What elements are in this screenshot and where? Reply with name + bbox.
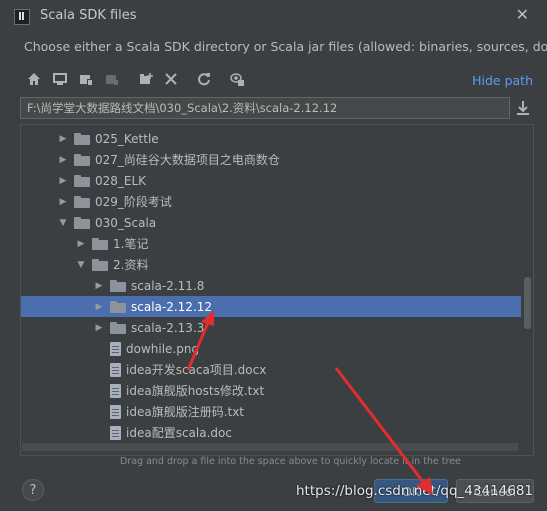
- file-icon: [110, 425, 121, 440]
- tree-folder-row[interactable]: ▼ 030_Scala: [21, 212, 521, 233]
- expand-arrow-right-icon[interactable]: ▶: [58, 176, 68, 186]
- folder-icon: [92, 258, 108, 271]
- expand-arrow-right-icon[interactable]: ▶: [76, 239, 86, 249]
- delete-icon[interactable]: [163, 71, 179, 87]
- tree-item-label: 028_ELK: [95, 173, 147, 188]
- help-button[interactable]: ?: [22, 479, 44, 501]
- folder-icon: [74, 132, 90, 145]
- tree-item-label: 2.资料: [113, 258, 149, 272]
- tree-item-label: scala-2.13.3: [131, 320, 205, 335]
- file-tree[interactable]: idea配置scala.doc idea旗舰版注册码.txt idea旗舰版host…: [20, 124, 534, 456]
- tree-item-label: 027_尚硅谷大数据项目之电商数仓: [95, 153, 280, 167]
- tree-item-label: 030_Scala: [95, 215, 157, 230]
- tree-folder-row[interactable]: ▶ scala-2.12.12: [21, 296, 521, 317]
- tree-horizontal-scrollbar[interactable]: [22, 443, 518, 451]
- expand-arrow-down-icon[interactable]: ▼: [76, 260, 86, 270]
- ok-button[interactable]: OK: [374, 479, 448, 503]
- tree-vertical-scrollbar[interactable]: [524, 277, 531, 329]
- folder-icon: [74, 195, 90, 208]
- tree-folder-row[interactable]: ▶ scala-2.11.8: [21, 275, 521, 296]
- tree-file-row[interactable]: idea配置scala.doc: [21, 422, 521, 443]
- expand-arrow-right-icon[interactable]: ▶: [58, 155, 68, 165]
- new-folder-icon[interactable]: [138, 71, 154, 87]
- tree-item-label: scala-2.12.12: [131, 299, 213, 314]
- tree-folder-row[interactable]: ▶ 028_ELK: [21, 170, 521, 191]
- refresh-icon[interactable]: [196, 71, 212, 87]
- folder-icon: [110, 321, 126, 334]
- tree-folder-row[interactable]: ▶ 1.笔记: [21, 233, 521, 254]
- project-icon[interactable]: [78, 71, 94, 87]
- folder-icon: [110, 300, 126, 313]
- folder-icon: [74, 174, 90, 187]
- expand-arrow-right-icon[interactable]: ▶: [58, 134, 68, 144]
- expand-arrow-right-icon[interactable]: ▶: [94, 281, 104, 291]
- expand-arrow-right-icon[interactable]: ▶: [94, 302, 104, 312]
- window-title: Scala SDK files: [40, 8, 137, 23]
- tree-item-label: idea配置scala.doc: [126, 426, 232, 440]
- file-icon: [110, 341, 121, 356]
- drag-drop-hint: Drag and drop a file into the space abov…: [120, 456, 461, 467]
- title-bar: Scala SDK files ✕: [0, 0, 547, 33]
- tree-file-row[interactable]: idea旗舰版hosts修改.txt: [21, 380, 521, 401]
- expand-arrow-right-icon[interactable]: ▶: [94, 323, 104, 333]
- folder-icon: [110, 279, 126, 292]
- tree-folder-row[interactable]: ▼ 2.资料: [21, 254, 521, 275]
- tree-item-label: idea旗舰版hosts修改.txt: [126, 384, 265, 398]
- tree-folder-row[interactable]: ▶ 027_尚硅谷大数据项目之电商数仓: [21, 149, 521, 170]
- dialog-description: Choose either a Scala SDK directory or S…: [24, 39, 547, 54]
- folder-icon: [74, 153, 90, 166]
- download-icon[interactable]: [516, 100, 530, 116]
- expand-arrow-right-icon[interactable]: ▶: [58, 197, 68, 207]
- tree-folder-row[interactable]: ▶ scala-2.13.3: [21, 317, 521, 338]
- tree-file-row[interactable]: idea开发scaca项目.docx: [21, 359, 521, 380]
- tree-item-label: 029_阶段考试: [95, 195, 172, 209]
- file-icon: [110, 362, 121, 377]
- file-icon: [110, 383, 121, 398]
- home-icon[interactable]: [26, 71, 42, 87]
- desktop-icon[interactable]: [52, 71, 68, 87]
- file-toolbar: [20, 68, 540, 92]
- hide-path-link[interactable]: Hide path: [472, 73, 533, 88]
- tree-file-row[interactable]: idea旗舰版注册码.txt: [21, 401, 521, 422]
- cancel-button[interactable]: Cancel: [456, 479, 534, 503]
- tree-item-label: idea旗舰版注册码.txt: [126, 405, 245, 419]
- path-input[interactable]: [21, 98, 509, 118]
- tree-item-label: dowhile.png: [126, 341, 200, 356]
- tree-item-label: 025_Kettle: [95, 131, 159, 146]
- module-icon[interactable]: [104, 71, 120, 87]
- path-field[interactable]: [20, 97, 510, 119]
- file-icon: [110, 404, 121, 419]
- show-hidden-icon[interactable]: [229, 71, 245, 87]
- tree-folder-row[interactable]: ▶ 029_阶段考试: [21, 191, 521, 212]
- tree-item-label: 1.笔记: [113, 237, 149, 251]
- intellij-app-icon: [14, 9, 30, 25]
- folder-icon: [74, 216, 90, 229]
- close-icon[interactable]: ✕: [516, 5, 529, 24]
- tree-folder-row[interactable]: ▶ 025_Kettle: [21, 128, 521, 149]
- expand-arrow-down-icon[interactable]: ▼: [58, 218, 68, 228]
- folder-icon: [92, 237, 108, 250]
- tree-item-label: scala-2.11.8: [131, 278, 205, 293]
- tree-item-label: idea开发scaca项目.docx: [126, 363, 267, 377]
- tree-file-row[interactable]: dowhile.png: [21, 338, 521, 359]
